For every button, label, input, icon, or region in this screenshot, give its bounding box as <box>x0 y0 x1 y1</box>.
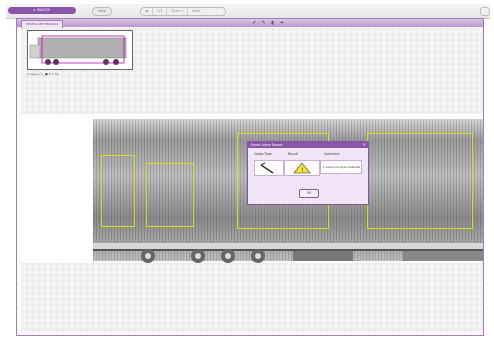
bookmark-icon[interactable]: ▮ <box>269 20 276 26</box>
dialog-title: Smart Alarm Report <box>248 142 368 148</box>
detection-box-1[interactable] <box>101 155 135 227</box>
nav-seg-2[interactable]: Scan 1 <box>167 8 189 15</box>
image-viewer-frame: MT-IMG-SET-5500004 ✔ ✎ ▮ ➜ ▾ Layers 🔍 ■ … <box>16 18 484 336</box>
help-button[interactable]: Help <box>92 7 112 16</box>
thumbnail-graphic <box>29 35 127 65</box>
images-pill-button[interactable]: ▸ IMAGES <box>8 7 76 14</box>
image-tab[interactable]: MT-IMG-SET-5500004 <box>21 20 63 28</box>
warning-icon: ! <box>293 162 311 174</box>
scan-thumbnail[interactable] <box>27 30 133 70</box>
detection-box-2[interactable] <box>146 163 194 227</box>
top-toolbar: ▸ IMAGES Help ◀ 1/3 Scan 1 Next <box>6 4 490 19</box>
thumbnail-toolbar[interactable]: ▾ Layers 🔍 ■ ▾ ▭ ▾ ▸ <box>27 72 131 78</box>
smart-alarm-dialog: Smart Alarm Report × Cargo Type Result C… <box>247 141 369 205</box>
lower-canvas-area <box>21 263 483 333</box>
nav-seg-3[interactable]: Next <box>188 8 204 15</box>
cargo-type-cell <box>254 160 284 176</box>
column-comment: Comment <box>324 152 340 156</box>
comment-cell: 1 suspicious object detected <box>320 160 362 174</box>
column-result: Result <box>288 152 298 156</box>
svg-text:!: ! <box>301 167 303 174</box>
viewer-header: MT-IMG-SET-5500004 ✔ ✎ ▮ ➜ <box>17 19 483 28</box>
ok-button[interactable]: OK <box>299 189 319 198</box>
cargo-item-icon <box>260 162 274 174</box>
thumbnail-panel: ▾ Layers 🔍 ■ ▾ ▭ ▾ ▸ <box>21 28 483 114</box>
detection-box-4[interactable] <box>367 133 473 229</box>
result-cell: ! <box>284 160 320 176</box>
column-cargo-type: Cargo Type <box>254 152 272 156</box>
navigation-segment[interactable]: ◀ 1/3 Scan 1 Next <box>140 7 226 16</box>
right-edge-control[interactable] <box>480 7 490 16</box>
close-icon[interactable]: × <box>363 142 366 148</box>
wheel-assembly-graphic <box>93 243 483 263</box>
viewer-mini-tools: ✔ ✎ ▮ ➜ <box>251 20 285 26</box>
check-icon[interactable]: ✔ <box>251 20 258 26</box>
arrow-right-icon[interactable]: ➜ <box>278 20 285 26</box>
pencil-icon[interactable]: ✎ <box>260 20 267 26</box>
nav-seg-0[interactable]: ◀ <box>141 8 153 15</box>
nav-seg-1[interactable]: 1/3 <box>153 8 168 15</box>
